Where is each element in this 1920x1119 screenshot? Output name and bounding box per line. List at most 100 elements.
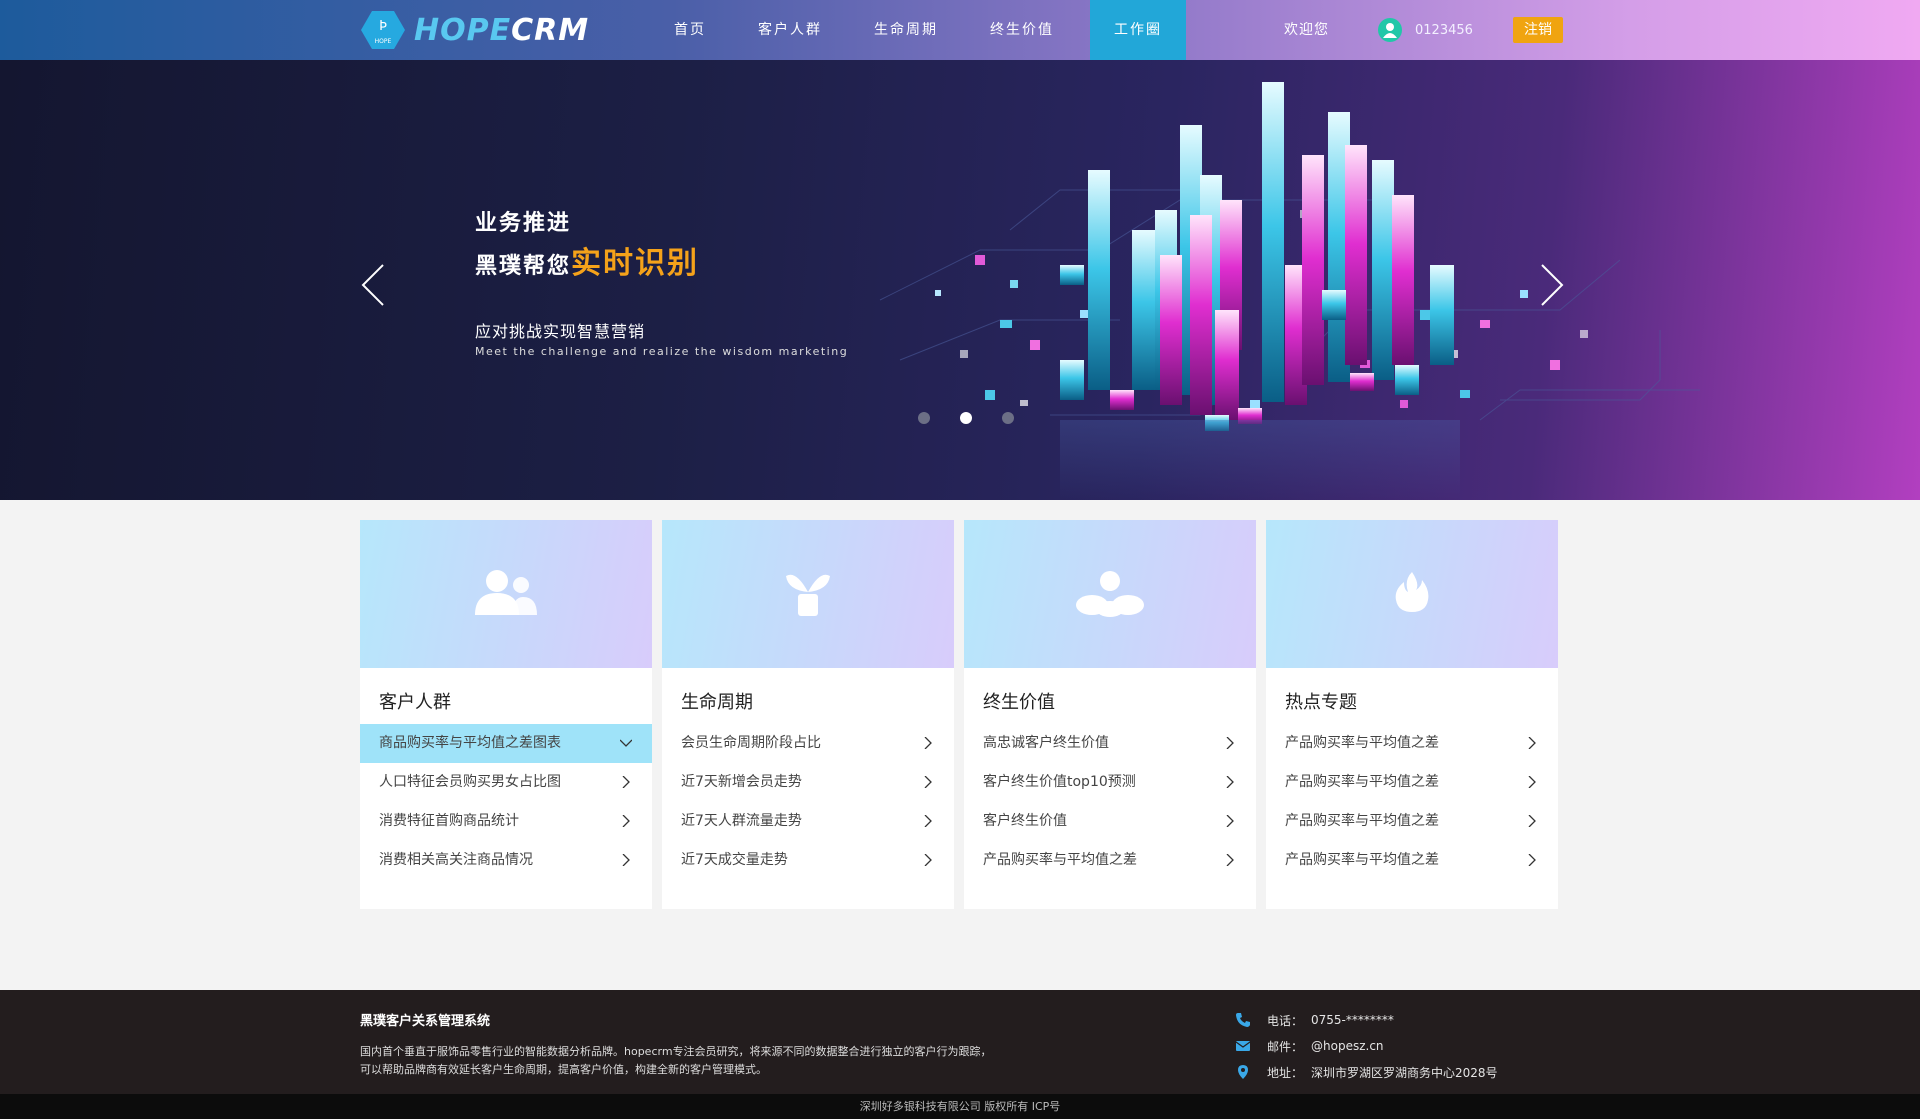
card-hot-topics: 热点专题 产品购买率与平均值之差 产品购买率与平均值之差 产品购买率与平均值之差… [1266, 520, 1558, 909]
footer-description-line1: 国内首个垂直于服饰品零售行业的智能数据分析品牌。hopecrm专注会员研究，将来… [360, 1045, 992, 1058]
list-item[interactable]: 人口特征会员购买男女占比图 [360, 763, 652, 802]
list-item-label: 产品购买率与平均值之差 [1285, 774, 1439, 790]
logo[interactable]: Þ HOPE HOPECRM [360, 10, 589, 50]
list-item-label: 产品购买率与平均值之差 [983, 852, 1137, 868]
nav-lifetime-value[interactable]: 终生价值 [964, 0, 1080, 60]
card-customer-group: 客户人群 商品购买率与平均值之差图表 人口特征会员购买男女占比图 消费特征首购商… [360, 520, 652, 909]
banner-next-arrow-icon[interactable] [1530, 255, 1570, 315]
list-item-label: 消费特征首购商品统计 [379, 813, 519, 829]
banner-dot-1[interactable] [918, 412, 930, 424]
banner-bar-graphic [879, 82, 1700, 500]
list-item[interactable]: 近7天人群流量走势 [662, 802, 954, 841]
list-item[interactable]: 客户终生价值top10预测 [964, 763, 1256, 802]
mail-icon [1235, 1041, 1251, 1051]
banner-title-line2: 黑璞帮您实时识别 [475, 238, 699, 282]
banner-dot-2[interactable] [960, 412, 972, 424]
list-item[interactable]: 产品购买率与平均值之差 [1266, 763, 1558, 802]
nav-lifecycle[interactable]: 生命周期 [848, 0, 964, 60]
chevron-right-icon [924, 737, 932, 749]
welcome-text: 欢迎您 [1284, 22, 1329, 38]
list-item-label: 会员生命周期阶段占比 [681, 735, 821, 751]
card-header-bg [662, 520, 954, 668]
list-item[interactable]: 产品购买率与平均值之差 [1266, 841, 1558, 880]
list-item-label: 产品购买率与平均值之差 [1285, 735, 1439, 751]
list-item[interactable]: 近7天新增会员走势 [662, 763, 954, 802]
email-value[interactable]: @hopesz.cn [1311, 1039, 1384, 1053]
logo-text-crm: CRM [511, 12, 590, 48]
phone-value: 0755-******** [1311, 1013, 1394, 1027]
list-item[interactable]: 会员生命周期阶段占比 [662, 724, 954, 763]
location-pin-icon [1238, 1065, 1248, 1079]
list-item[interactable]: 近7天成交量走势 [662, 841, 954, 880]
card-title: 终生价值 [983, 692, 1055, 713]
banner-title-prefix: 黑璞帮您 [475, 254, 572, 279]
footer-address-row: 地址： 深圳市罗湖区罗湖商务中心2028号 [1235, 1059, 1498, 1085]
list-item[interactable]: 消费特征首购商品统计 [360, 802, 652, 841]
chevron-right-icon [622, 815, 630, 827]
list-item[interactable]: 客户终生价值 [964, 802, 1256, 841]
card-header-bg [964, 520, 1256, 668]
logo-badge-text: HOPE [375, 38, 392, 45]
nav-customer-group[interactable]: 客户人群 [732, 0, 848, 60]
chevron-right-icon [622, 854, 630, 866]
user-icon [1383, 23, 1397, 38]
coins-icon [1070, 567, 1150, 621]
list-item-label: 产品购买率与平均值之差 [1285, 813, 1439, 829]
user-info[interactable]: 0123456 [1378, 18, 1473, 42]
list-item[interactable]: 产品购买率与平均值之差 [1266, 724, 1558, 763]
list-item[interactable]: 产品购买率与平均值之差 [964, 841, 1256, 880]
banner-dot-3[interactable] [1002, 412, 1014, 424]
banner-subtitle: 应对挑战实现智慧营销 [475, 322, 646, 341]
logout-button[interactable]: 注销 [1513, 17, 1563, 43]
address-label: 地址： [1267, 1065, 1304, 1080]
username: 0123456 [1415, 22, 1473, 38]
list-item[interactable]: 商品购买率与平均值之差图表 [360, 724, 652, 763]
list-item-label: 产品购买率与平均值之差 [1285, 852, 1439, 868]
list-item-label: 客户终生价值 [983, 813, 1067, 829]
chevron-right-icon [1528, 854, 1536, 866]
hero-banner: 业务推进 黑璞帮您实时识别 应对挑战实现智慧营销 Meet the challe… [0, 60, 1920, 500]
card-list: 产品购买率与平均值之差 产品购买率与平均值之差 产品购买率与平均值之差 产品购买… [1266, 724, 1558, 880]
logo-text: HOPECRM [414, 13, 589, 48]
footer-description-line2: 可以帮助品牌商有效延长客户生命周期，提高客户价值，构建全新的客户管理模式。 [360, 1063, 767, 1076]
email-label: 邮件： [1267, 1039, 1304, 1054]
footer-contact: 电话： 0755-******** 邮件： @hopesz.cn 地址： 深圳市… [1235, 1007, 1498, 1085]
phone-label: 电话： [1267, 1013, 1304, 1028]
banner-title-highlight: 实时识别 [571, 246, 700, 281]
list-item-label: 人口特征会员购买男女占比图 [379, 774, 561, 790]
list-item[interactable]: 产品购买率与平均值之差 [1266, 802, 1558, 841]
avatar[interactable] [1378, 18, 1402, 42]
banner-prev-arrow-icon[interactable] [355, 255, 395, 315]
logo-text-hope: HOPE [414, 12, 512, 48]
address-value: 深圳市罗湖区罗湖商务中心2028号 [1311, 1065, 1498, 1080]
chevron-right-icon [1528, 776, 1536, 788]
list-item-label: 客户终生价值top10预测 [983, 774, 1136, 790]
footer: 黑璞客户关系管理系统 国内首个垂直于服饰品零售行业的智能数据分析品牌。hopec… [0, 990, 1920, 1094]
list-item-label: 近7天成交量走势 [681, 852, 788, 868]
card-list: 高忠诚客户终生价值 客户终生价值top10预测 客户终生价值 产品购买率与平均值… [964, 724, 1256, 880]
nav-home[interactable]: 首页 [648, 0, 732, 60]
svg-text:Þ: Þ [379, 19, 387, 34]
feature-cards: 客户人群 商品购买率与平均值之差图表 人口特征会员购买男女占比图 消费特征首购商… [360, 520, 1558, 909]
card-title: 客户人群 [379, 692, 451, 713]
copyright-bar: 深圳好多银科技有限公司 版权所有 ICP号 [0, 1094, 1920, 1119]
list-item[interactable]: 高忠诚客户终生价值 [964, 724, 1256, 763]
card-title: 热点专题 [1285, 692, 1357, 713]
list-item-label: 近7天人群流量走势 [681, 813, 802, 829]
list-item[interactable]: 消费相关高关注商品情况 [360, 841, 652, 880]
users-icon [471, 565, 541, 623]
chevron-right-icon [924, 776, 932, 788]
fire-icon [1392, 570, 1432, 618]
footer-email-row: 邮件： @hopesz.cn [1235, 1033, 1498, 1059]
chevron-right-icon [1226, 815, 1234, 827]
footer-title: 黑璞客户关系管理系统 [360, 1014, 491, 1029]
chevron-right-icon [924, 815, 932, 827]
chevron-right-icon [1226, 776, 1234, 788]
chevron-down-icon [620, 739, 632, 747]
nav-workspace[interactable]: 工作圈 [1090, 0, 1186, 60]
logo-hex-icon: Þ HOPE [360, 10, 406, 50]
chevron-right-icon [1226, 737, 1234, 749]
banner-dots [918, 412, 1044, 424]
list-item-label: 消费相关高关注商品情况 [379, 852, 533, 868]
phone-icon [1236, 1013, 1250, 1027]
